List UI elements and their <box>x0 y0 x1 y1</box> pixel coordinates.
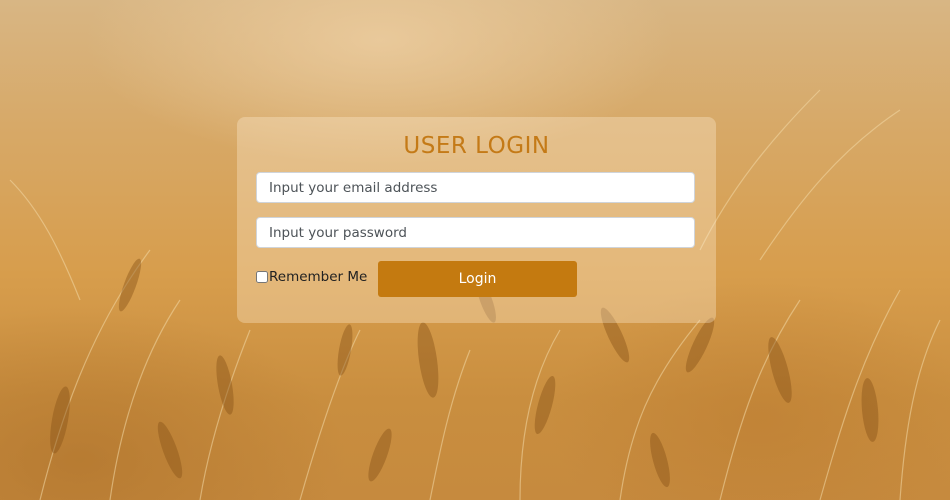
login-title: USER LOGIN <box>403 133 550 159</box>
remember-me-label: Remember Me <box>269 269 368 285</box>
login-button[interactable]: Login <box>378 261 577 297</box>
password-input[interactable] <box>256 217 695 248</box>
login-card: USER LOGIN Remember Me Login <box>237 117 716 323</box>
remember-me-checkbox[interactable] <box>256 271 268 283</box>
email-input[interactable] <box>256 172 695 203</box>
remember-me[interactable]: Remember Me <box>256 269 367 285</box>
